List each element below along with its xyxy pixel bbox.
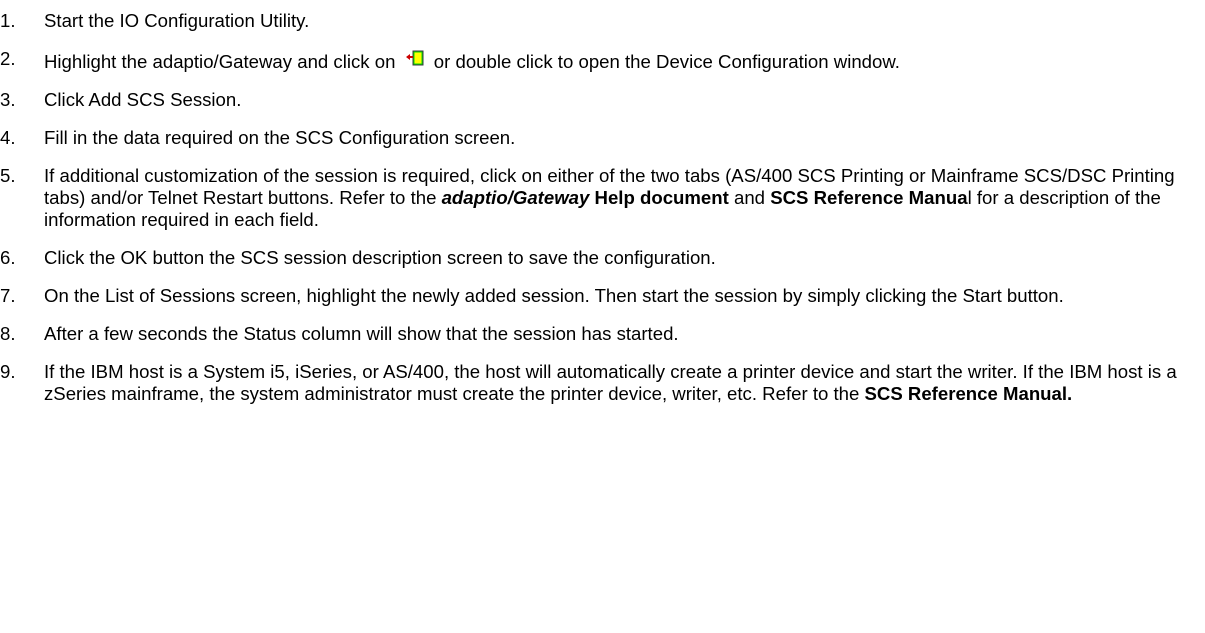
step-9: 9. If the IBM host is a System i5, iSeri… (0, 361, 1205, 405)
step-8: 8. After a few seconds the Status column… (0, 323, 1205, 345)
step-number: 5. (0, 165, 16, 186)
step-7: 7. On the List of Sessions screen, highl… (0, 285, 1205, 307)
step-text: Click the OK button the SCS session desc… (44, 247, 716, 268)
reference-manual-ref: SCS Reference Manual. (864, 383, 1073, 404)
step-number: 4. (0, 127, 16, 148)
step-text-before-icon: Highlight the adaptio/Gateway and click … (44, 51, 396, 72)
step-text: Start the IO Configuration Utility. (44, 10, 310, 31)
product-name: adaptio/Gateway (441, 187, 590, 208)
step-number: 1. (0, 10, 16, 31)
step-number: 8. (0, 323, 16, 344)
step-text: On the List of Sessions screen, highligh… (44, 285, 1064, 306)
reference-manual-ref: SCS Reference Manua (770, 187, 968, 208)
steps-list: 1. Start the IO Configuration Utility. 2… (0, 10, 1205, 405)
step-text: and (734, 187, 766, 208)
step-1: 1. Start the IO Configuration Utility. (0, 10, 1205, 32)
step-4: 4. Fill in the data required on the SCS … (0, 127, 1205, 149)
step-text: Fill in the data required on the SCS Con… (44, 127, 516, 148)
step-number: 3. (0, 89, 16, 110)
step-number: 7. (0, 285, 16, 306)
step-text: Click Add SCS Session. (44, 89, 242, 110)
instruction-document: 1. Start the IO Configuration Utility. 2… (0, 10, 1205, 633)
step-text-after-icon: or double click to open the Device Confi… (433, 51, 900, 72)
step-number: 6. (0, 247, 16, 268)
step-2: 2. Highlight the adaptio/Gateway and cli… (0, 48, 1205, 73)
open-device-config-icon (404, 48, 426, 70)
step-3: 3. Click Add SCS Session. (0, 89, 1205, 111)
help-document-ref: Help document (594, 187, 729, 208)
step-number: 2. (0, 48, 16, 69)
step-text: After a few seconds the Status column wi… (44, 323, 679, 344)
step-number: 9. (0, 361, 16, 382)
step-6: 6. Click the OK button the SCS session d… (0, 247, 1205, 269)
step-5: 5. If additional customization of the se… (0, 165, 1205, 231)
